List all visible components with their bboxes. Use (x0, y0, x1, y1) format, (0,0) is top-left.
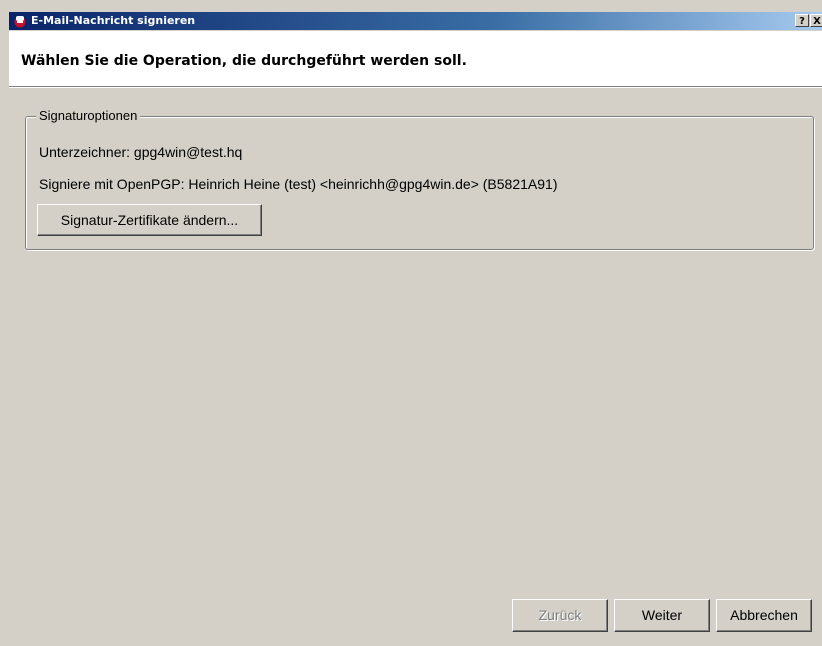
change-certificates-button[interactable]: Signatur-Zertifikate ändern... (37, 204, 262, 236)
cancel-button[interactable]: Abbrechen (716, 599, 812, 632)
back-button: Zurück (512, 599, 608, 632)
dialog-window: E-Mail-Nachricht signieren ? X Wählen Si… (0, 0, 822, 646)
title-bar[interactable]: E-Mail-Nachricht signieren ? X (9, 12, 822, 30)
close-button[interactable]: X (810, 14, 822, 27)
header-divider (9, 87, 822, 88)
help-button[interactable]: ? (795, 14, 809, 27)
signer-label: Unterzeichner: gpg4win@test.hq (39, 144, 243, 160)
app-icon (14, 16, 26, 28)
wizard-header: Wählen Sie die Operation, die durchgefüh… (9, 31, 822, 87)
page-title: Wählen Sie die Operation, die durchgefüh… (21, 53, 467, 69)
window-title: E-Mail-Nachricht signieren (31, 14, 196, 27)
sign-with-label: Signiere mit OpenPGP: Heinrich Heine (te… (39, 176, 558, 192)
next-button[interactable]: Weiter (614, 599, 710, 632)
signature-options-legend: Signaturoptionen (36, 108, 141, 123)
